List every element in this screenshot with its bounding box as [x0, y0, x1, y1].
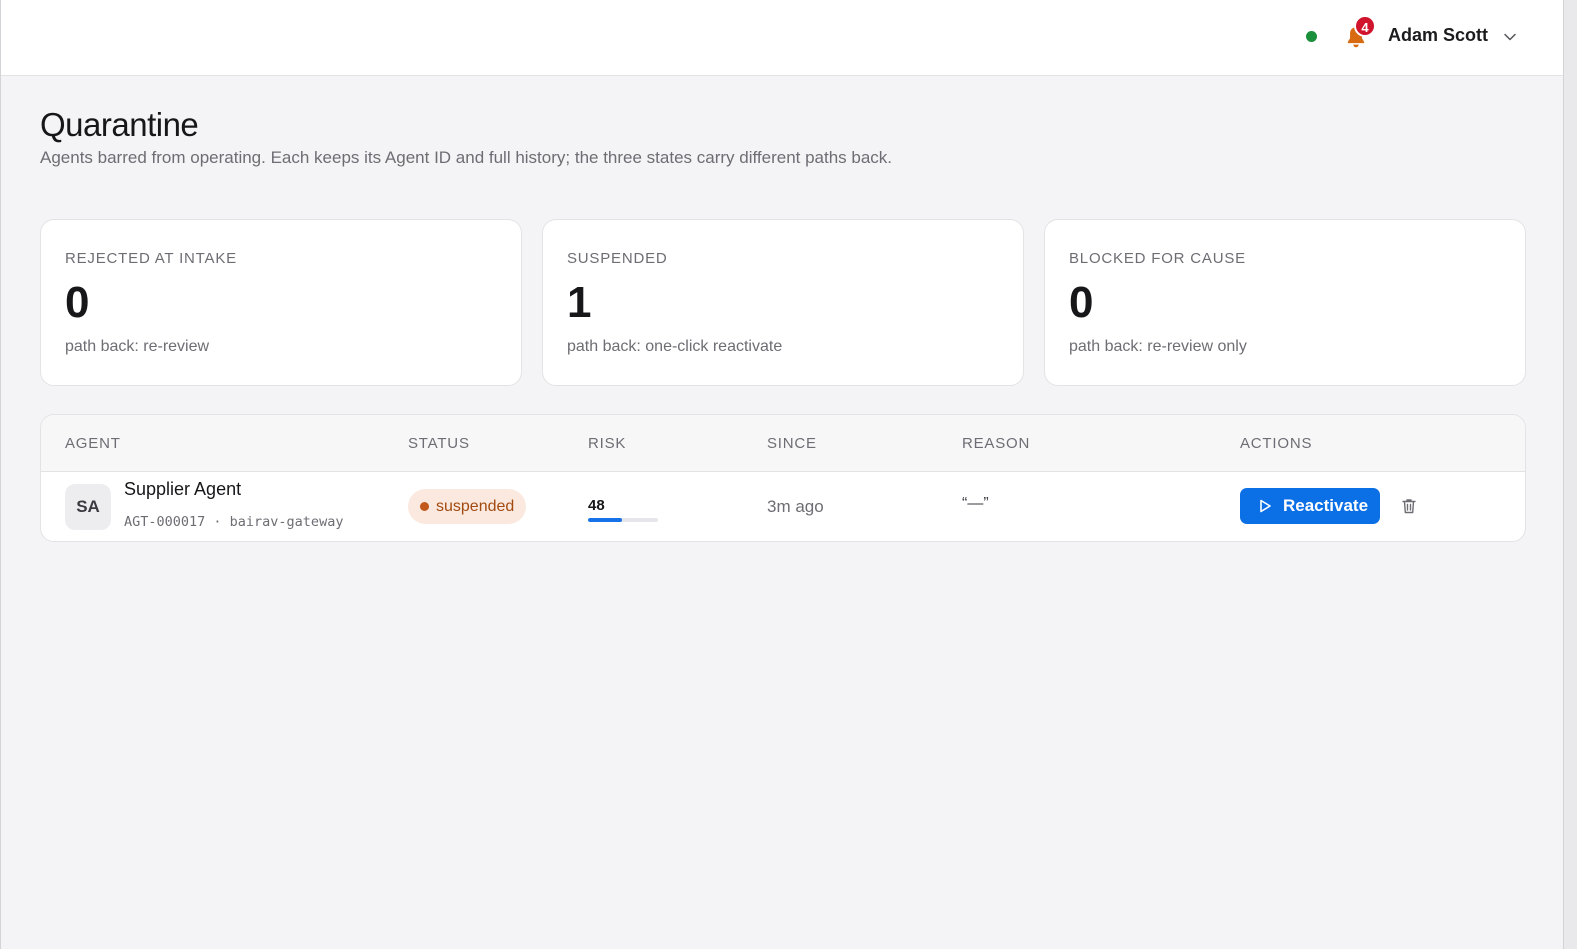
- stat-card-rejected: REJECTED AT INTAKE 0 path back: re-revie…: [40, 219, 522, 386]
- reactivate-button-label: Reactivate: [1283, 496, 1369, 515]
- reactivate-button[interactable]: Reactivate: [1240, 488, 1380, 524]
- stat-label: BLOCKED FOR CAUSE: [1069, 250, 1246, 267]
- play-icon: [1260, 499, 1271, 513]
- column-header-agent: AGENT: [65, 435, 121, 452]
- stat-note: path back: one-click reactivate: [567, 338, 783, 355]
- notification-count-badge: 4: [1354, 15, 1376, 37]
- column-header-risk: RISK: [588, 435, 627, 452]
- risk-bar-fill: [588, 518, 622, 522]
- online-status-dot: [1306, 31, 1317, 42]
- column-header-status: STATUS: [408, 435, 470, 452]
- since-time: 3m ago: [767, 497, 824, 516]
- status-dot: [420, 502, 429, 511]
- table-header: AGENT STATUS RISK SINCE REASON ACTIONS: [41, 415, 1525, 472]
- stat-label: SUSPENDED: [567, 250, 668, 267]
- column-header-reason: REASON: [962, 435, 1031, 452]
- stat-value: 1: [567, 278, 592, 327]
- stat-note: path back: re-review only: [1069, 338, 1247, 355]
- stat-value: 0: [65, 278, 90, 327]
- page-title: Quarantine: [40, 106, 199, 143]
- risk-score: 48: [588, 497, 605, 514]
- app-frame: 4 Adam Scott Quarantine Agents barred fr…: [0, 0, 1564, 949]
- stat-value: 0: [1069, 278, 1094, 327]
- top-bar: 4 Adam Scott: [1, 0, 1563, 76]
- stat-card-blocked: BLOCKED FOR CAUSE 0 path back: re-review…: [1044, 219, 1526, 386]
- trash-icon[interactable]: [1399, 496, 1419, 516]
- user-menu-name[interactable]: Adam Scott: [1388, 25, 1488, 46]
- column-header-since: SINCE: [767, 435, 817, 452]
- agent-avatar: SA: [65, 484, 111, 530]
- column-header-actions: ACTIONS: [1240, 435, 1313, 452]
- quarantine-table: AGENT STATUS RISK SINCE REASON ACTIONS S…: [40, 414, 1526, 542]
- stat-label: REJECTED AT INTAKE: [65, 250, 237, 267]
- chevron-down-icon[interactable]: [1503, 30, 1517, 44]
- stat-card-suspended: SUSPENDED 1 path back: one-click reactiv…: [542, 219, 1024, 386]
- agent-id-gateway: AGT-000017 · bairav-gateway: [124, 514, 344, 530]
- risk-bar: [588, 518, 658, 522]
- status-badge: suspended: [408, 489, 527, 524]
- reason-text: “—”: [962, 495, 989, 512]
- agent-name[interactable]: Supplier Agent: [124, 479, 241, 500]
- page-subtitle: Agents barred from operating. Each keeps…: [40, 148, 893, 167]
- status-badge-label: suspended: [436, 498, 515, 515]
- stat-note: path back: re-review: [65, 338, 210, 355]
